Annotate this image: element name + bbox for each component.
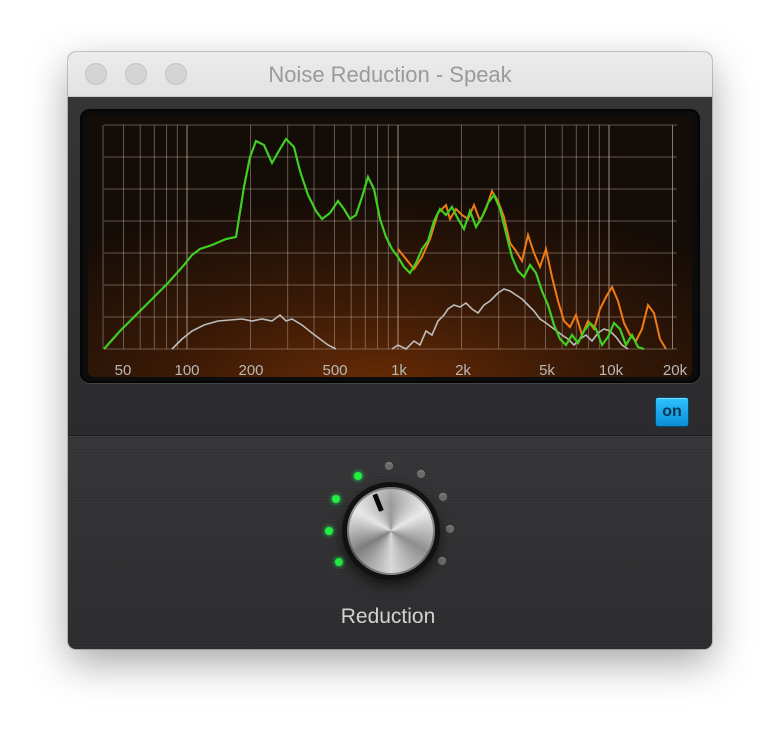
- on-toggle-button[interactable]: on: [655, 397, 689, 427]
- freq-label-100: 100: [174, 362, 200, 379]
- analyzer-section: [68, 97, 712, 436]
- reduction-led: [385, 462, 393, 470]
- reduction-led: [354, 472, 362, 480]
- reduction-led: [335, 558, 343, 566]
- reduction-led: [417, 470, 425, 478]
- freq-label-500: 500: [322, 362, 348, 379]
- freq-label-5k: 5k: [539, 362, 555, 379]
- freq-label-50: 50: [114, 362, 132, 379]
- freq-label-10k: 10k: [598, 362, 624, 379]
- freq-label-1k: 1k: [391, 362, 407, 379]
- window-title: Noise Reduction - Speak: [268, 62, 512, 87]
- spectrum-analyzer: [88, 115, 692, 377]
- reduction-led: [332, 495, 340, 503]
- spectrum-display: [80, 109, 700, 383]
- freq-label-20k: 20k: [662, 362, 688, 379]
- freq-label-2k: 2k: [455, 362, 471, 379]
- reduction-led: [325, 527, 333, 535]
- reduction-label: Reduction: [340, 605, 436, 628]
- freq-label-200: 200: [238, 362, 264, 379]
- reduction-led: [439, 493, 447, 501]
- title-bar[interactable]: Noise Reduction - Speak: [68, 52, 712, 97]
- reduction-led: [438, 557, 446, 565]
- reduction-knob[interactable]: [347, 487, 435, 575]
- reduction-led: [446, 525, 454, 533]
